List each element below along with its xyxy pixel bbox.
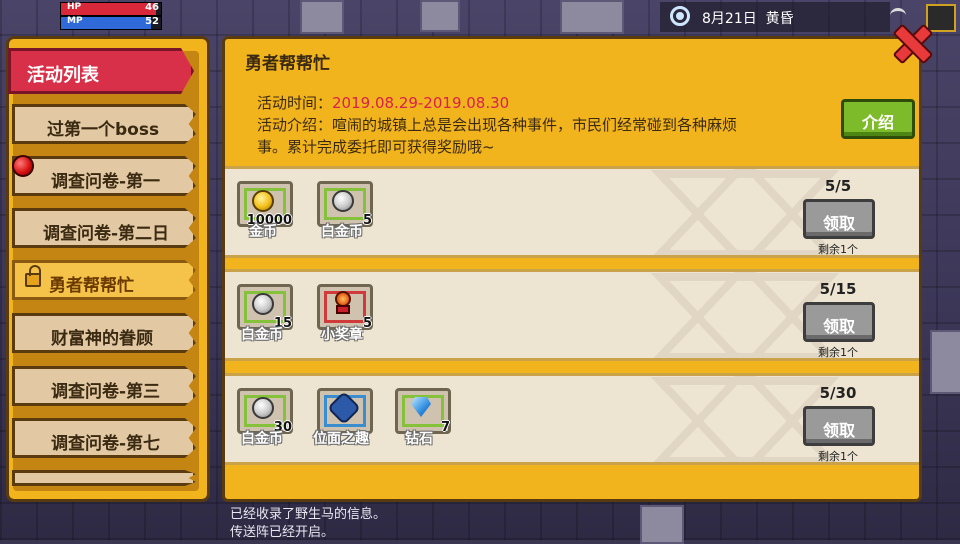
hp-value: 46 (145, 2, 159, 13)
sidebar-item-survey-7[interactable]: 调查问卷-第七 (12, 418, 196, 458)
sidebar-item-partial[interactable] (12, 470, 196, 486)
reward-progress: 5/30 (819, 384, 857, 402)
claim-button[interactable]: 领取 (803, 302, 875, 342)
sidebar-item-label: 过第一个boss (47, 120, 160, 140)
hp-label: HP (67, 2, 82, 12)
sidebar-item-label: 调查问卷-第七 (51, 434, 161, 454)
reward-item-name: 钻石 (405, 431, 433, 447)
notification-dot-icon (12, 155, 34, 177)
player-status-hud: HP 46 MP 52 (60, 0, 162, 30)
sidebar-item-label: 调查问卷-第一 (51, 172, 161, 192)
claim-button-label: 领取 (822, 317, 855, 336)
mp-label: MP (67, 16, 83, 26)
activity-intro-line: 活动介绍：喧闹的城镇上总是会出现各种事件，市民们经常碰到各种麻烦 (257, 116, 738, 134)
world-tile (560, 0, 624, 34)
close-icon[interactable] (890, 22, 930, 62)
world-tile (930, 330, 960, 394)
hp-bar: HP 46 (60, 2, 162, 16)
platinum-coin-icon (252, 293, 274, 315)
mp-value: 52 (145, 16, 159, 27)
sidebar-item-label: 调查问卷-第三 (51, 382, 161, 402)
reward-progress: 5/15 (819, 280, 857, 298)
activity-time-label: 活动时间： (257, 94, 333, 112)
world-tile (420, 0, 460, 32)
intro-button-label: 介绍 (861, 113, 894, 132)
reward-item-count: 5 (362, 213, 372, 228)
reward-item-count: 5 (362, 316, 372, 331)
gold-coin-icon (252, 190, 274, 212)
log-line: 传送阵已经开启。 (230, 525, 335, 540)
exit-icon[interactable] (926, 4, 956, 32)
sidebar-item-first-boss[interactable]: 过第一个boss (12, 104, 196, 144)
platinum-coin-icon (332, 190, 354, 212)
reward-item-name: 小奖章 (321, 327, 363, 343)
mp-bar: MP 52 (60, 16, 162, 30)
claim-button-label: 领取 (822, 421, 855, 440)
time-of-day: 黄昏 (765, 11, 794, 27)
lock-icon (25, 265, 41, 287)
reward-item-name: 位面之趣 (313, 431, 369, 447)
activity-intro-line: 事。累计完成委托即可获得奖励哦~ (257, 138, 495, 156)
reward-progress: 5/5 (824, 177, 852, 195)
sidebar-item-survey-2[interactable]: 调查问卷-第二日 (12, 208, 196, 248)
world-tile (300, 0, 344, 34)
time-hud: 8月21日 黄昏 (660, 2, 890, 32)
activity-title: 勇者帮帮忙 (245, 54, 330, 74)
wifi-icon (890, 8, 906, 23)
sidebar-item-label: 财富神的眷顾 (51, 329, 153, 349)
claim-button[interactable]: 领取 (803, 199, 875, 239)
sidebar-item-label: 调查问卷-第二日 (43, 224, 170, 244)
claim-button-label: 领取 (822, 214, 855, 233)
intro-button[interactable]: 介绍 (841, 99, 915, 139)
claim-button[interactable]: 领取 (803, 406, 875, 446)
reward-item-name: 白金币 (321, 224, 363, 240)
reward-item-name: 金币 (249, 224, 277, 240)
activity-detail-panel: 勇者帮帮忙 活动时间：2019.08.29-2019.08.30 活动介绍：喧闹… (222, 36, 922, 502)
reward-row: 15 白金币 5 小奖章 5/15 领取 剩余1个 (225, 269, 919, 361)
reward-item-name: 白金币 (241, 431, 283, 447)
activity-time: 活动时间：2019.08.29-2019.08.30 (257, 93, 509, 113)
sidebar-item-label: 勇者帮帮忙 (49, 276, 134, 296)
platinum-coin-icon (252, 397, 274, 419)
date-text: 8月21日 黄昏 (702, 8, 794, 28)
activity-list-header: 活动列表 (8, 48, 194, 94)
reward-item-count: 7 (440, 420, 450, 435)
sidebar-item-fortune[interactable]: 财富神的眷顾 (12, 313, 196, 353)
activity-info: 活动时间：2019.08.29-2019.08.30 活动介绍：喧闹的城镇上总是… (237, 85, 917, 165)
sidebar-item-survey-3[interactable]: 调查问卷-第三 (12, 366, 196, 406)
reward-row: 30 白金币 位面之趣 7 钻石 5/30 领取 剩余1个 (225, 373, 919, 465)
reward-remaining: 剩余1个 (818, 346, 858, 359)
reward-item-name: 白金币 (241, 327, 283, 343)
date-value: 8月21日 (702, 11, 757, 27)
activity-time-value: 2019.08.29-2019.08.30 (332, 94, 510, 112)
reward-remaining: 剩余1个 (818, 450, 858, 463)
world-tile (640, 505, 684, 544)
sun-icon (670, 6, 690, 26)
medal-icon (332, 291, 354, 315)
reward-row: 10000 金币 5 白金币 5/5 领取 剩余1个 (225, 166, 919, 258)
sidebar-item-survey-1[interactable]: 调查问卷-第一 (12, 156, 196, 196)
activity-list-title: 活动列表 (27, 65, 99, 86)
reward-remaining: 剩余1个 (818, 243, 858, 256)
log-line: 已经收录了野生马的信息。 (230, 507, 387, 522)
sidebar-item-hero-help[interactable]: 勇者帮帮忙 (12, 260, 196, 300)
